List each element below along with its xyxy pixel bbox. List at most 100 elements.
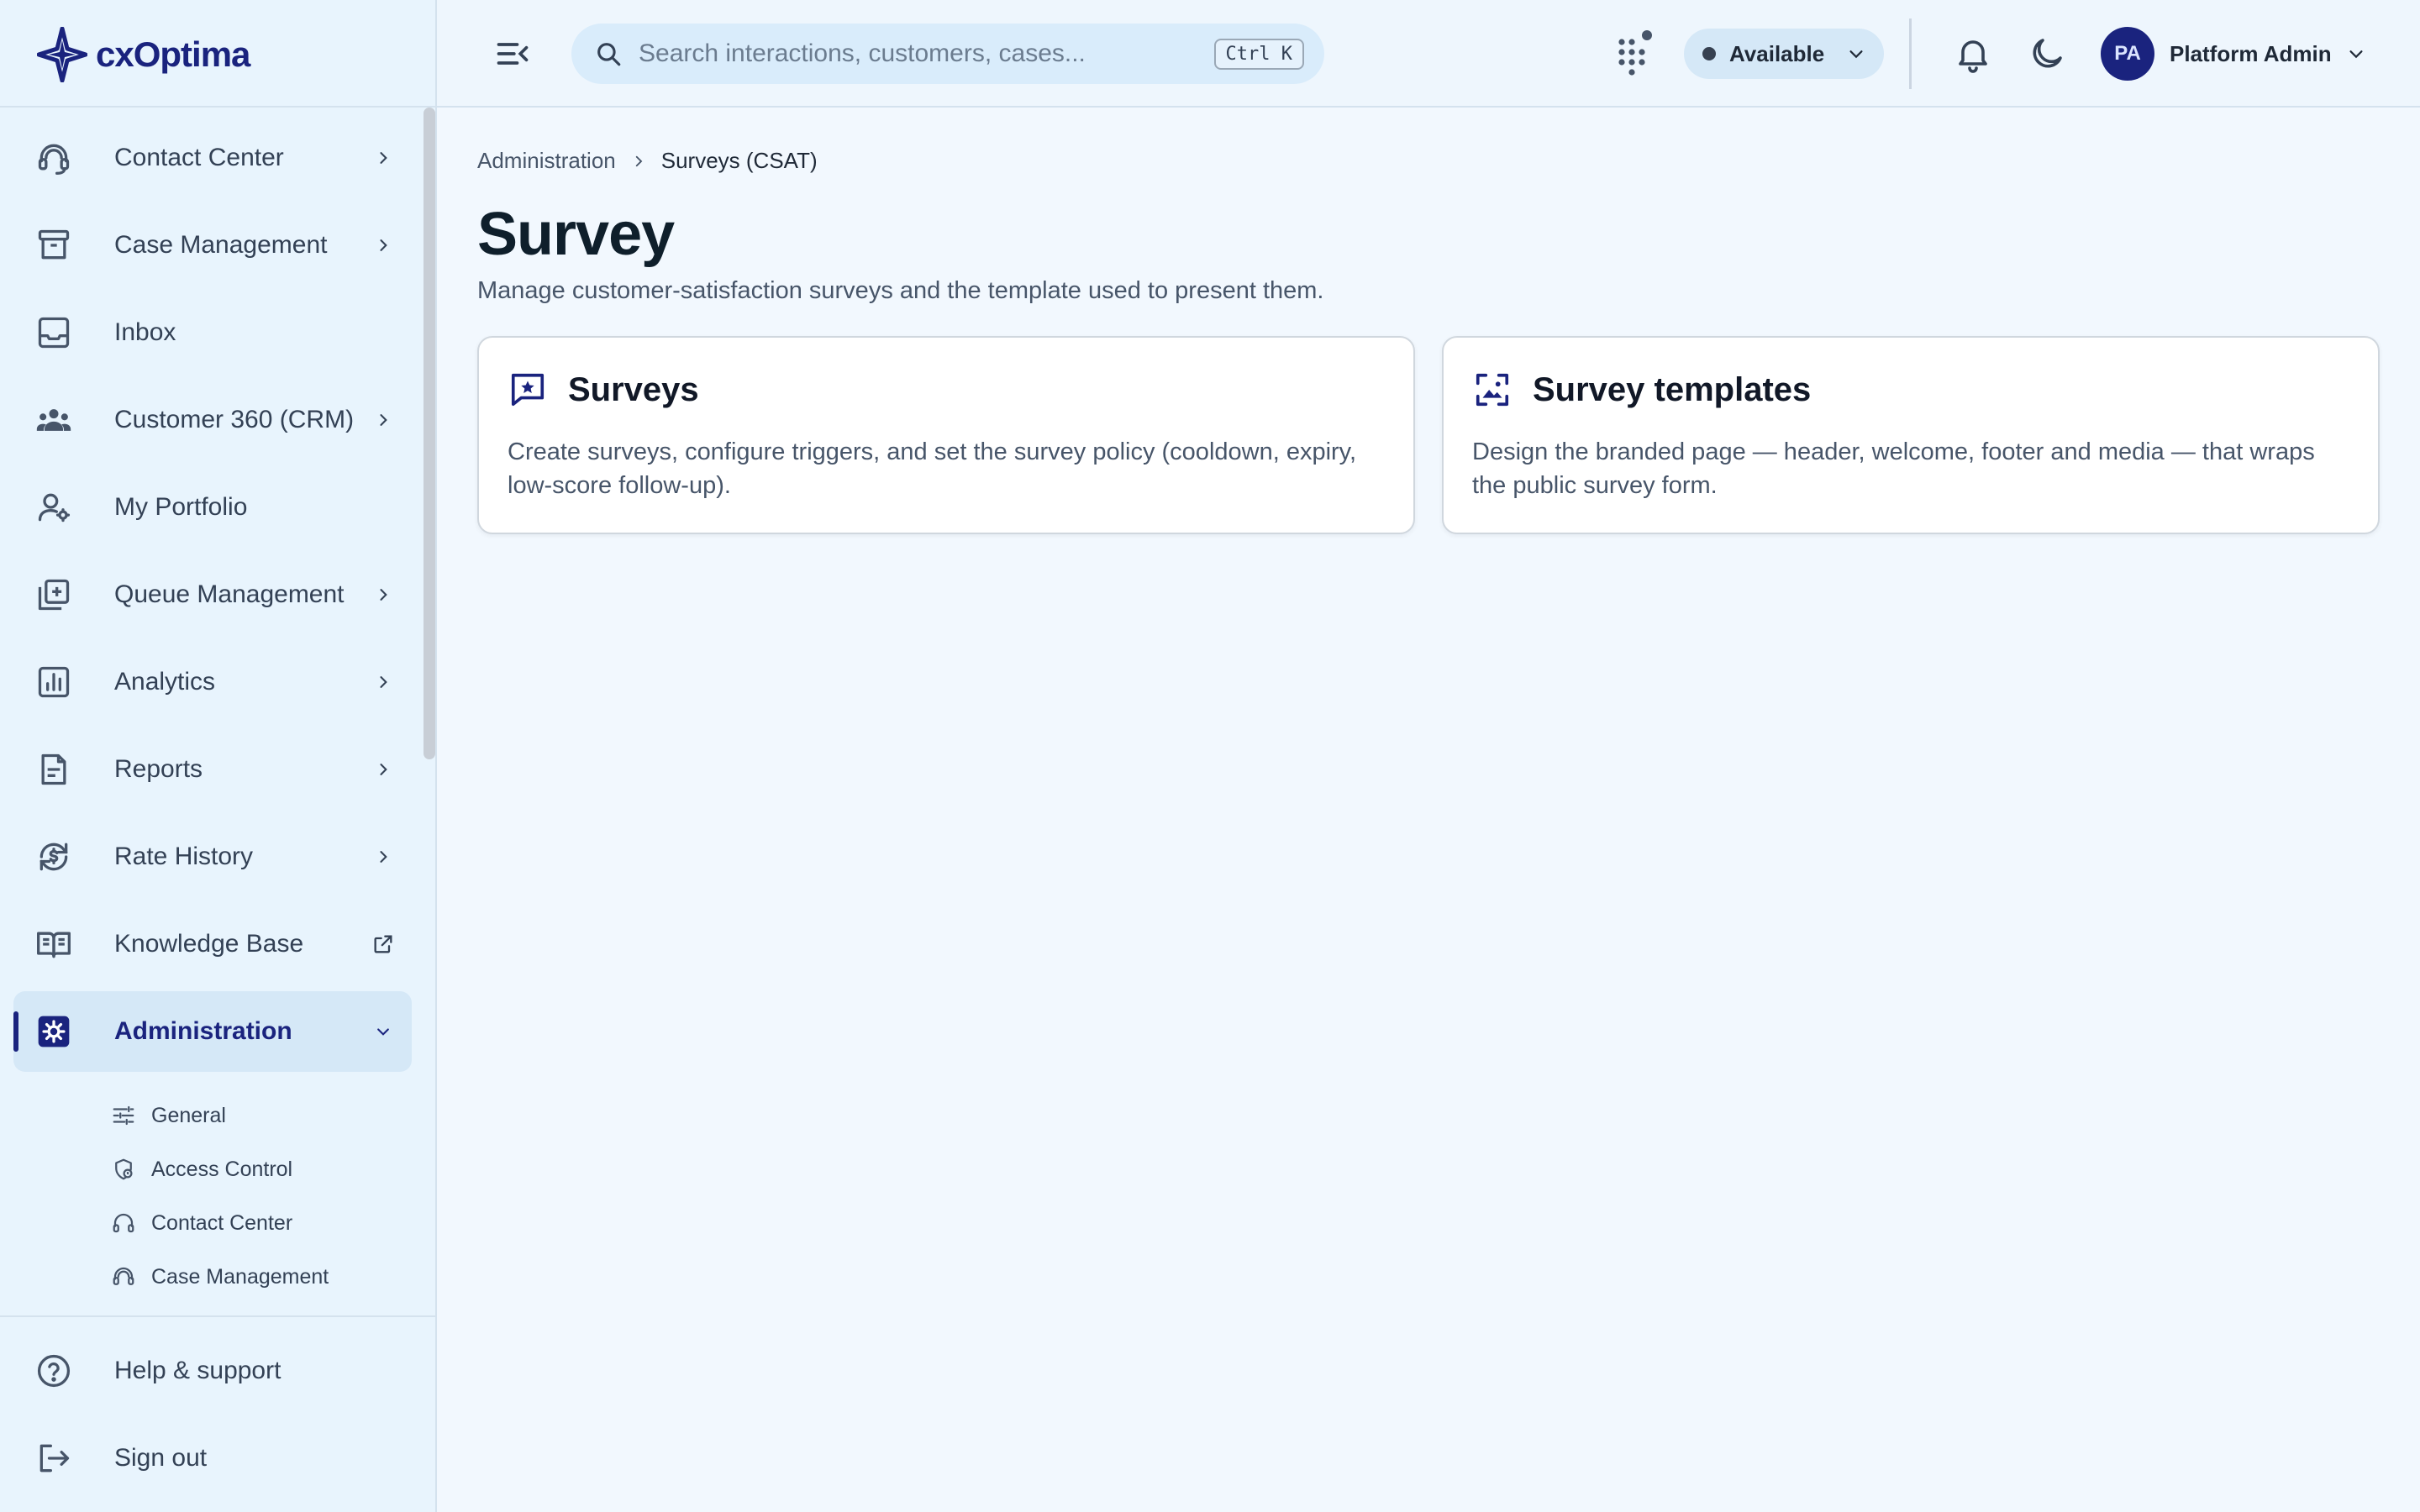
star-chat-icon [508, 370, 548, 410]
person-settings-icon [34, 487, 74, 528]
card-description: Create surveys, configure triggers, and … [508, 438, 1357, 499]
sidebar-item-help[interactable]: Help & support [13, 1331, 412, 1411]
sidebar-scrollbar[interactable] [424, 108, 435, 759]
page-title: Survey [477, 201, 675, 268]
sidebar-item-label: Contact Center [114, 144, 284, 171]
topbar: Search interactions, customers, cases...… [437, 0, 2420, 108]
page-subtitle: Manage customer-satisfaction surveys and… [477, 277, 1324, 304]
subitem-access-control[interactable]: Access Control [109, 1142, 412, 1196]
bar-chart-icon [34, 662, 74, 702]
sidebar-item-label: Queue Management [114, 580, 345, 608]
brand-name: cxOptima [96, 34, 250, 74]
chevron-right-icon [371, 234, 395, 257]
brand-logo[interactable]: cxOptima [37, 25, 250, 84]
sidebar-item-label: Sign out [114, 1444, 208, 1472]
sidebar-item-rate-history[interactable]: Rate History [13, 816, 412, 897]
subitem-label: Case Management [151, 1264, 329, 1289]
open-book-icon [34, 924, 74, 964]
help-circle-icon [34, 1351, 74, 1391]
sidebar-item-label: Knowledge Base [114, 930, 304, 958]
surveys-card[interactable]: Surveys Create surveys, configure trigge… [477, 336, 1415, 534]
admin-gear-icon [34, 1011, 74, 1052]
status-indicator [1702, 47, 1716, 60]
sidebar-item-label: My Portfolio [114, 493, 248, 521]
sidebar-item-label: Reports [114, 755, 203, 783]
card-title: Surveys [568, 370, 699, 408]
inbox-tray-icon [34, 312, 74, 353]
subitem-label: Access Control [151, 1157, 293, 1181]
chevron-right-icon [371, 670, 395, 694]
currency-history-icon [34, 837, 74, 877]
sidebar-item-customer-360[interactable]: Customer 360 (CRM) [13, 380, 412, 460]
sidebar-item-contact-center[interactable]: Contact Center [13, 118, 412, 198]
sidebar-item-label: Inbox [114, 318, 176, 346]
user-name: Platform Admin [2170, 40, 2332, 66]
image-frame-icon [1472, 370, 1512, 410]
sidebar-item-label: Analytics [114, 668, 216, 696]
chevron-down-icon [371, 1020, 395, 1043]
status-label: Available [1729, 40, 1825, 66]
chevron-down-icon [1849, 50, 1863, 59]
chevron-right-icon [371, 146, 395, 170]
sliders-icon [109, 1101, 138, 1130]
sidebar-item-inbox[interactable]: Inbox [13, 292, 412, 373]
sidebar-item-sign-out[interactable]: Sign out [13, 1418, 412, 1499]
breadcrumb-administration[interactable]: Administration [477, 148, 616, 174]
collapse-sidebar-button[interactable] [492, 34, 533, 74]
sidebar-item-administration[interactable]: Administration [13, 991, 412, 1072]
queue-add-icon [34, 575, 74, 615]
administration-submenu: General Access Control Contact Center Ca… [109, 1089, 412, 1304]
external-link-icon [371, 932, 395, 956]
sidebar-item-label: Rate History [114, 843, 254, 870]
report-document-icon [34, 749, 74, 790]
dialpad-button[interactable] [1610, 30, 1654, 76]
sidebar-nav: Contact Center Case Management Inbox Cus… [13, 118, 412, 1079]
sidebar-item-analytics[interactable]: Analytics [13, 642, 412, 722]
sidebar-item-label: Customer 360 (CRM) [114, 406, 355, 433]
people-group-icon [34, 400, 74, 440]
menu-collapse-icon [497, 43, 529, 65]
sidebar-item-my-portfolio[interactable]: My Portfolio [13, 467, 412, 548]
survey-templates-card[interactable]: Survey templates Design the branded page… [1442, 336, 2380, 534]
notifications-button[interactable] [1953, 34, 1993, 74]
divider [0, 106, 437, 108]
breadcrumb-current: Surveys (CSAT) [660, 148, 818, 173]
search-input[interactable]: Search interactions, customers, cases...… [571, 24, 1324, 84]
sidebar-item-label: Case Management [114, 231, 328, 259]
availability-status-dropdown[interactable]: Available [1684, 29, 1884, 79]
sidebar-item-case-management[interactable]: Case Management [13, 205, 412, 286]
divider [0, 1315, 437, 1317]
search-placeholder: Search interactions, customers, cases... [639, 39, 1086, 67]
chevron-right-icon [371, 408, 395, 432]
chevron-right-icon [626, 149, 651, 174]
avatar: PA [2101, 27, 2154, 81]
subitem-label: General [151, 1103, 226, 1127]
notification-dot [1642, 30, 1652, 40]
sidebar-item-label: Administration [114, 1017, 292, 1045]
chevron-down-icon [2349, 50, 2363, 59]
sidebar: cxOptima Contact Center Case Management … [0, 0, 437, 1512]
subitem-general[interactable]: General [109, 1089, 412, 1142]
breadcrumb: Administration Surveys (CSAT) [477, 148, 818, 174]
subitem-contact-center[interactable]: Contact Center [109, 1196, 412, 1250]
subitem-case-management[interactable]: Case Management [109, 1250, 412, 1304]
sidebar-item-reports[interactable]: Reports [13, 729, 412, 810]
logout-icon [34, 1438, 74, 1478]
sidebar-item-label: Help & support [114, 1357, 281, 1384]
headset-icon [109, 1263, 138, 1291]
chevron-right-icon [371, 758, 395, 781]
sidebar-item-queue-management[interactable]: Queue Management [13, 554, 412, 635]
cxoptima-logo-icon [37, 27, 87, 82]
card-description: Design the branded page — header, welcom… [1472, 438, 2315, 499]
sidebar-item-knowledge-base[interactable]: Knowledge Base [13, 904, 412, 984]
divider [1909, 18, 1912, 89]
card-title: Survey templates [1533, 370, 1812, 408]
bell-icon [1959, 40, 1987, 73]
shield-lock-icon [109, 1155, 138, 1184]
moon-icon [2033, 39, 2062, 68]
headphones-icon [109, 1209, 138, 1237]
archive-box-icon [34, 225, 74, 265]
user-menu[interactable]: PA Platform Admin [2101, 25, 2365, 82]
subitem-label: Contact Center [151, 1210, 293, 1235]
theme-toggle-button[interactable] [2027, 34, 2067, 74]
